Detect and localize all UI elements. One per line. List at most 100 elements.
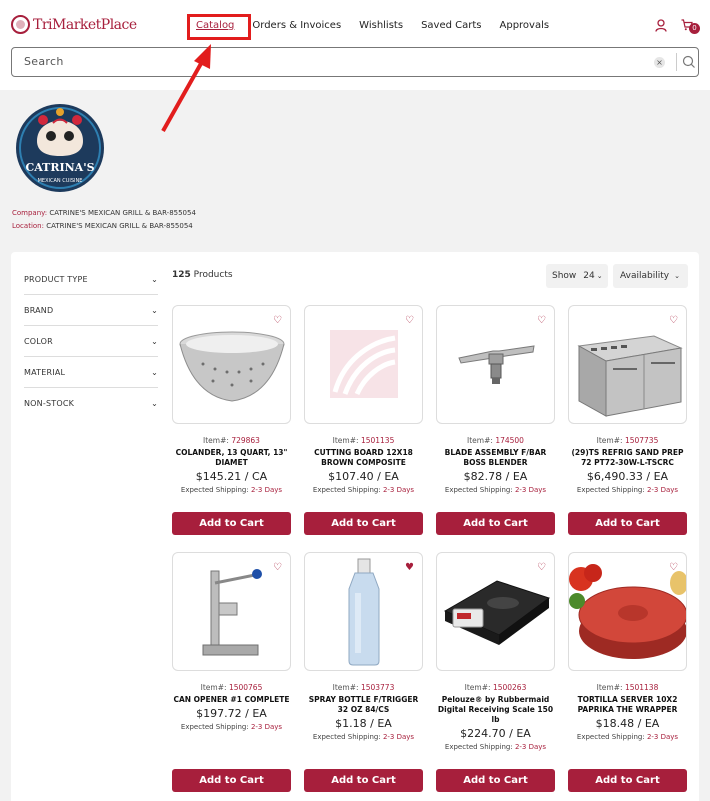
add-to-cart-button[interactable]: Add to Cart: [436, 512, 555, 535]
product-price: $197.72 / EA: [196, 707, 267, 720]
item-value[interactable]: 1507735: [625, 436, 658, 445]
item-value[interactable]: 1500263: [493, 683, 526, 692]
expected-shipping: Expected Shipping: 2-3 Days: [436, 486, 555, 494]
ship-days: 2-3 Days: [250, 486, 283, 494]
item-number: Item#: 1507735: [568, 436, 687, 445]
item-value[interactable]: 1500765: [229, 683, 262, 692]
show-label: Show: [552, 271, 577, 281]
main-nav: Catalog Orders & Invoices Wishlists Save…: [196, 20, 567, 31]
wishlist-heart-icon[interactable]: ♡: [273, 563, 282, 573]
nav-orders-invoices[interactable]: Orders & Invoices: [252, 20, 341, 31]
filter-color[interactable]: COLOR ⌄: [24, 326, 158, 357]
chevron-down-icon: ⌄: [151, 367, 158, 377]
item-value[interactable]: 1501138: [625, 683, 658, 692]
item-number: Item#: 1500765: [172, 683, 291, 692]
nav-approvals[interactable]: Approvals: [500, 20, 550, 31]
add-to-cart-button[interactable]: Add to Cart: [568, 512, 687, 535]
item-value[interactable]: 174500: [495, 436, 524, 445]
product-card: ♡ Item#: 729863 COLANDER, 13 QUART, 13" …: [172, 305, 291, 494]
ship-label: Expected Shipping:: [180, 486, 249, 494]
item-number: Item#: 1501138: [568, 683, 687, 692]
item-value[interactable]: 1501135: [361, 436, 394, 445]
product-image[interactable]: ♡: [172, 305, 291, 424]
product-price: $145.21 / CA: [195, 470, 268, 483]
add-to-cart-button[interactable]: Add to Cart: [304, 512, 423, 535]
location-label: Location:: [12, 222, 44, 230]
sort-select[interactable]: Availability ⌄: [613, 264, 688, 288]
filter-product-type[interactable]: PRODUCT TYPE ⌄: [24, 264, 158, 295]
expected-shipping: Expected Shipping: 2-3 Days: [172, 486, 291, 494]
logo-text: CATRINA'S: [25, 161, 94, 174]
product-price: $82.78 / EA: [463, 470, 528, 483]
product-price: $224.70 / EA: [460, 727, 531, 740]
product-name[interactable]: SPRAY BOTTLE F/TRIGGER 32 OZ 84/CS: [304, 695, 423, 715]
search-input[interactable]: Search: [24, 55, 64, 68]
product-name[interactable]: CUTTING BOARD 12X18 BROWN COMPOSITE: [304, 448, 423, 468]
product-image[interactable]: ♡: [436, 305, 555, 424]
product-image[interactable]: ♥: [304, 552, 423, 671]
filter-brand[interactable]: BRAND ⌄: [24, 295, 158, 326]
nav-wishlists[interactable]: Wishlists: [359, 20, 403, 31]
ship-days: 2-3 Days: [382, 486, 415, 494]
product-name[interactable]: BLADE ASSEMBLY F/BAR BOSS BLENDER: [436, 448, 555, 468]
wishlist-heart-icon[interactable]: ♡: [405, 316, 414, 326]
wishlist-heart-icon[interactable]: ♡: [669, 563, 678, 573]
wishlist-heart-icon[interactable]: ♡: [669, 316, 678, 326]
ship-days: 2-3 Days: [514, 486, 547, 494]
filter-sidebar: PRODUCT TYPE ⌄ BRAND ⌄ COLOR ⌄ MATERIAL ⌄ NO…: [24, 264, 158, 419]
item-value[interactable]: 729863: [231, 436, 260, 445]
wishlist-heart-icon[interactable]: ♡: [537, 563, 546, 573]
search-icon[interactable]: [680, 53, 698, 71]
chevron-down-icon: ⌄: [674, 272, 680, 280]
product-name[interactable]: (29)TS REFRIG SAND PREP 72 PT72-30W-L-TS…: [568, 448, 687, 468]
product-image[interactable]: ♡: [304, 305, 423, 424]
item-label: Item#:: [332, 683, 359, 692]
product-image[interactable]: ♡: [436, 552, 555, 671]
wishlist-heart-filled-icon[interactable]: ♥: [405, 563, 414, 573]
product-image[interactable]: ♡: [568, 552, 687, 671]
ship-days: 2-3 Days: [514, 743, 547, 751]
expected-shipping: Expected Shipping: 2-3 Days: [304, 486, 423, 494]
item-number: Item#: 1501135: [304, 436, 423, 445]
filter-label: BRAND: [24, 305, 54, 315]
product-card: ♡ Item#: 1501138 TORTILLA SERVER 10X2 PA…: [568, 552, 687, 741]
wishlist-heart-icon[interactable]: ♡: [537, 316, 546, 326]
product-name[interactable]: COLANDER, 13 QUART, 13" DIAMET: [172, 448, 291, 468]
add-to-cart-button[interactable]: Add to Cart: [304, 769, 423, 792]
product-name[interactable]: TORTILLA SERVER 10X2 PAPRIKA THE WRAPPER: [568, 695, 687, 715]
ship-label: Expected Shipping:: [576, 733, 645, 741]
item-label: Item#:: [596, 683, 623, 692]
item-number: Item#: 1503773: [304, 683, 423, 692]
company-value: CATRINE'S MEXICAN GRILL & BAR-855054: [49, 209, 196, 217]
add-to-cart-button[interactable]: Add to Cart: [436, 769, 555, 792]
logo-subtext: MEXICAN CUISINE: [38, 178, 83, 184]
product-image[interactable]: ♡: [568, 305, 687, 424]
clear-search-icon[interactable]: ×: [654, 57, 665, 68]
product-count-label: Products: [193, 270, 233, 280]
product-price: $107.40 / EA: [328, 470, 399, 483]
product-name[interactable]: CAN OPENER #1 COMPLETE: [172, 695, 291, 705]
logo-text: TriMarketPlace: [33, 16, 137, 33]
filter-material[interactable]: MATERIAL ⌄: [24, 357, 158, 388]
add-to-cart-button[interactable]: Add to Cart: [172, 512, 291, 535]
product-count: 125 Products: [172, 270, 233, 280]
wishlist-heart-icon[interactable]: ♡: [273, 316, 282, 326]
add-to-cart-button[interactable]: Add to Cart: [172, 769, 291, 792]
product-card: ♡ Item#: 1500263 Pelouze® by Rubbermaid …: [436, 552, 555, 751]
ship-days: 2-3 Days: [646, 486, 679, 494]
filter-non-stock[interactable]: NON-STOCK ⌄: [24, 388, 158, 419]
chevron-down-icon: ⌄: [151, 305, 158, 315]
ship-days: 2-3 Days: [250, 723, 283, 731]
item-value[interactable]: 1503773: [361, 683, 394, 692]
trimarketplace-logo[interactable]: TriMarketPlace: [11, 15, 137, 34]
item-number: Item#: 1500263: [436, 683, 555, 692]
user-icon[interactable]: [655, 19, 667, 32]
page-size-select[interactable]: Show 24 ⌄: [546, 264, 608, 288]
catrinas-logo: CATRINA'S MEXICAN CUISINE: [16, 104, 104, 192]
nav-saved-carts[interactable]: Saved Carts: [421, 20, 481, 31]
product-name[interactable]: Pelouze® by Rubbermaid Digital Receiving…: [436, 695, 555, 725]
product-image[interactable]: ♡: [172, 552, 291, 671]
product-card: ♡ Item#: 1507735 (29)TS REFRIG SAND PREP…: [568, 305, 687, 494]
filter-label: MATERIAL: [24, 367, 66, 377]
add-to-cart-button[interactable]: Add to Cart: [568, 769, 687, 792]
